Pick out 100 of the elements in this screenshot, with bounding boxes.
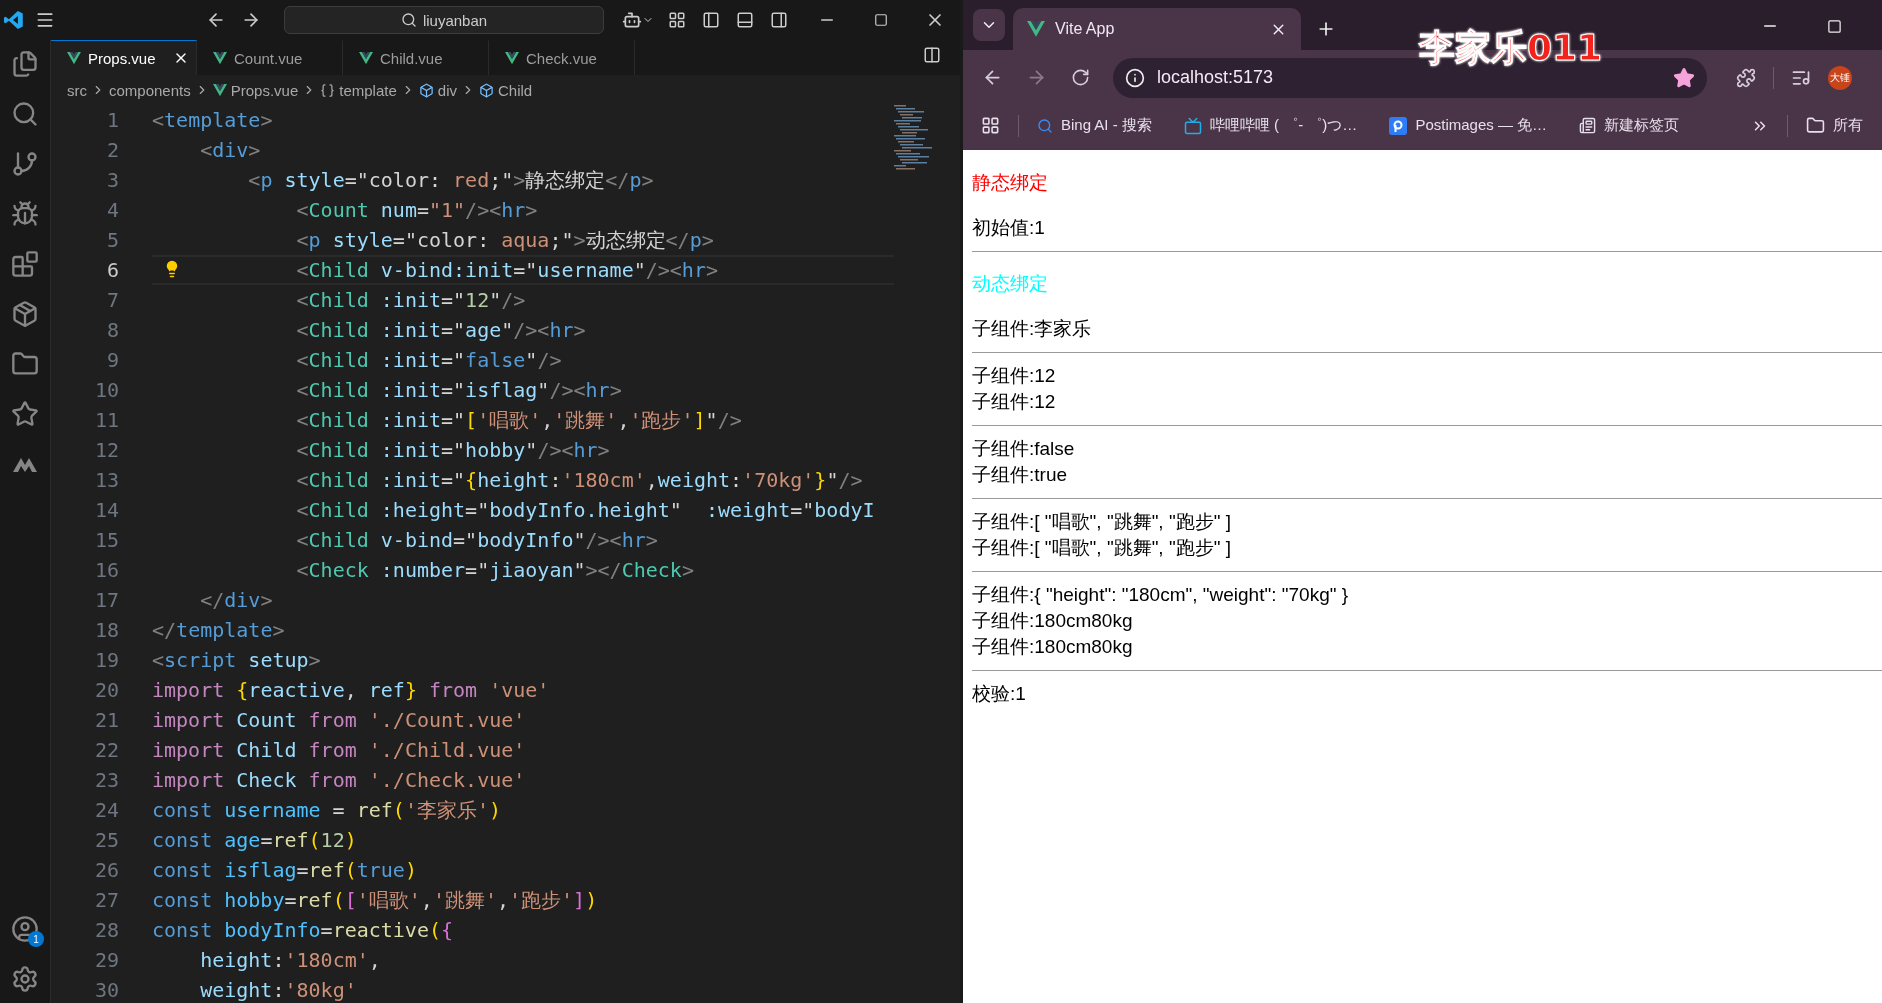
line-number: 6 — [105, 258, 120, 282]
vue-icon — [359, 51, 373, 65]
line-number: 30 — [93, 978, 120, 1002]
breadcrumb-item[interactable]: div — [437, 81, 457, 99]
page-text: 子组件:180cm80kg — [972, 609, 1134, 633]
line-number: 24 — [93, 798, 120, 822]
bookmark-star-icon[interactable] — [1673, 66, 1695, 89]
bookmark-item[interactable]: Postimages — 免… — [1389, 116, 1548, 135]
line-number: 5 — [105, 228, 120, 252]
page-text: 子组件:李家乐 — [972, 317, 1093, 341]
line-number: 28 — [93, 918, 120, 942]
line-number: 9 — [105, 348, 120, 372]
cube-icon — [418, 82, 434, 98]
code-line: <Child :init="isflag"/><hr> — [295, 377, 623, 404]
tab-list-button[interactable] — [973, 9, 1005, 41]
code-line: <Child :init="12"/> — [295, 287, 527, 314]
breadcrumb-item[interactable]: Props.vue — [230, 81, 299, 99]
page-icon — [1579, 117, 1597, 134]
code-line: <Child :init="hobby"/><hr> — [295, 437, 611, 464]
search-field[interactable]: liuyanban — [283, 6, 605, 34]
code-line: import Count from './Count.vue' — [152, 707, 527, 734]
vue-icon — [213, 51, 227, 65]
page-text: 子组件:12 — [972, 364, 1057, 388]
code-line: <script setup> — [152, 647, 322, 674]
info-icon[interactable] — [1125, 67, 1145, 88]
code-line: import Check from './Check.vue' — [152, 767, 527, 794]
code-line: <p style="color: red;">静态绑定</p> — [247, 166, 655, 194]
line-number: 21 — [93, 708, 120, 732]
browser-tab[interactable]: Vite App — [1013, 8, 1301, 50]
line-number: 14 — [93, 498, 120, 522]
bookmark-item[interactable]: 新建标签页 — [1579, 116, 1680, 135]
line-number: 19 — [93, 648, 120, 672]
code-line: <Count num="1"/><hr> — [295, 197, 539, 224]
breadcrumb-item[interactable]: src — [67, 81, 87, 99]
line-number: 26 — [93, 858, 120, 882]
code-line: <Child v-bind:init="username"/><hr> — [152, 255, 894, 285]
code-line: <Child :init="false"/> — [295, 347, 563, 374]
page-text: 子组件:12 — [972, 390, 1057, 414]
search-icon — [1037, 117, 1053, 134]
cube-icon — [479, 82, 494, 98]
line-number: 10 — [93, 378, 120, 402]
folder-icon — [1806, 116, 1826, 135]
page-text: 子组件:[ "唱歌", "跳舞", "跑步" ] — [972, 536, 1232, 560]
line-number: 15 — [93, 528, 120, 552]
vue-icon — [67, 51, 81, 65]
code-line: import Child from './Child.vue' — [152, 737, 527, 764]
line-number: 16 — [93, 558, 120, 582]
code-line: const isflag=ref(true) — [152, 857, 418, 884]
bookmark-folder[interactable]: 所有 — [1806, 116, 1864, 135]
code-line: const age=ref(12) — [152, 827, 358, 854]
line-number: 18 — [93, 618, 120, 642]
page-text: 子组件:180cm80kg — [972, 635, 1134, 659]
code-line: <Child :height="bodyInfo.height" :weight="bodyI — [295, 497, 876, 524]
notification-badge: 1 — [28, 931, 44, 947]
folder-label: 所有 — [1833, 116, 1864, 135]
code-line: <Child :init="{height:'180cm',weight:'70kg'}"/> — [295, 467, 864, 494]
line-number: 8 — [105, 318, 120, 342]
breadcrumb-item[interactable]: template — [339, 81, 397, 99]
line-number: 20 — [93, 678, 120, 702]
page-text: 初始值:1 — [972, 216, 1046, 240]
code-line: const username = ref('李家乐') — [152, 796, 502, 824]
code-line: <Child :init="age"/><hr> — [295, 317, 587, 344]
page-heading: 静态绑定 — [972, 171, 1049, 195]
app-logo-icon — [4, 9, 24, 31]
code-line: <div> — [199, 137, 262, 164]
page-heading: 动态绑定 — [972, 272, 1049, 296]
breadcrumb-item[interactable]: Child — [498, 81, 533, 99]
line-number: 23 — [93, 768, 120, 792]
search-icon — [400, 12, 417, 28]
line-number: 17 — [93, 588, 120, 612]
line-number: 25 — [93, 828, 120, 852]
braces-icon — [320, 82, 336, 98]
editor-tab[interactable]: Props.vue — [51, 40, 197, 75]
apps-icon[interactable] — [981, 116, 1000, 135]
bookmark-item[interactable]: Bing AI - 搜索 — [1037, 116, 1152, 135]
page-text: 子组件:true — [972, 463, 1069, 487]
line-number: 3 — [105, 168, 120, 192]
code-line: height:'180cm', — [199, 947, 382, 974]
code-line: <Child v-bind="bodyInfo"/><hr> — [295, 527, 659, 554]
breadcrumb-item[interactable]: components — [109, 81, 191, 99]
code-line: const hobby=ref(['唱歌','跳舞','跑步']) — [152, 886, 599, 914]
code-line: <template> — [152, 107, 274, 134]
vue-icon — [212, 83, 227, 97]
line-number: 1 — [105, 108, 120, 132]
line-number: 4 — [105, 198, 120, 222]
line-number: 11 — [93, 408, 120, 432]
page-text: 子组件:[ "唱歌", "跳舞", "跑步" ] — [972, 510, 1232, 534]
code-line: import {reactive, ref} from 'vue' — [152, 677, 551, 704]
line-number: 12 — [93, 438, 120, 462]
tv-icon — [1183, 116, 1202, 135]
line-number: 22 — [93, 738, 120, 762]
page-text: 校验:1 — [972, 682, 1027, 706]
profile-avatar[interactable]: 大锤 — [1828, 65, 1852, 90]
vue-icon — [1027, 21, 1045, 37]
code-line: const bodyInfo=reactive({ — [152, 917, 455, 944]
bookmark-item[interactable]: 哔哩哔哩 ( ゜- ゜)つ… — [1183, 116, 1358, 135]
code-line: <p style="color: aqua;">动态绑定</p> — [295, 226, 715, 254]
code-line: </template> — [152, 617, 286, 644]
code-line: <Child :init="['唱歌','跳舞','跑步']"/> — [295, 406, 743, 434]
code-line: </div> — [199, 587, 274, 614]
